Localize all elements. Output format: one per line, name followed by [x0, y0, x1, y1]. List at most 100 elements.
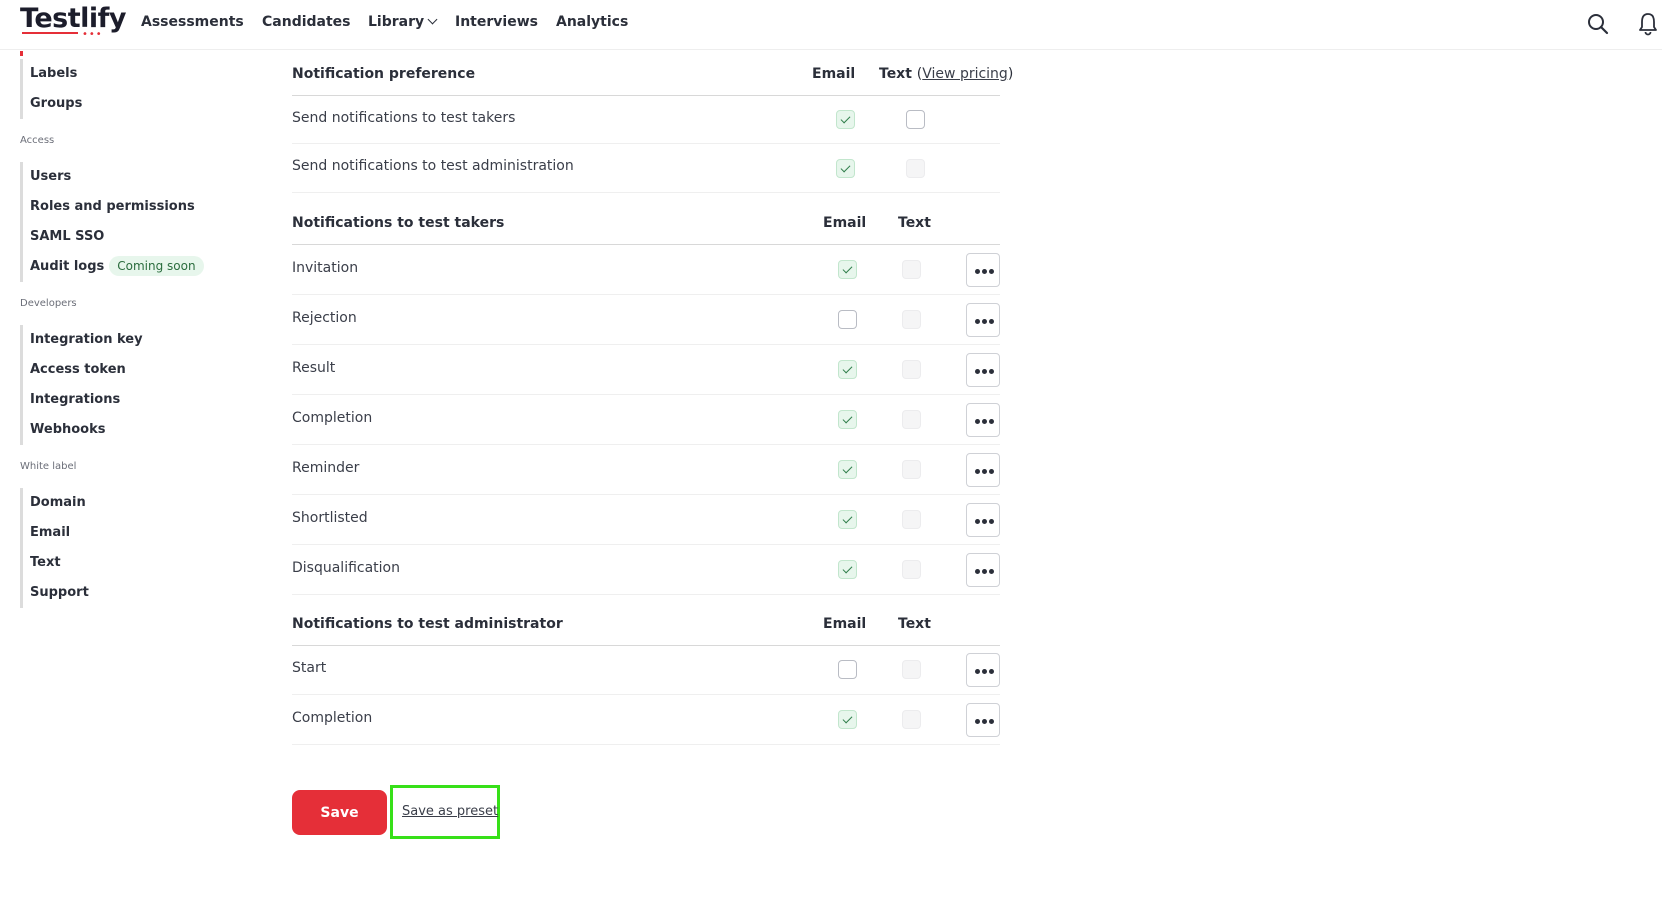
- more-dots-icon: [975, 519, 980, 524]
- takers-title: Notifications to test takers: [292, 215, 505, 231]
- sidebar-active-indicator: [20, 51, 23, 56]
- row-label: Send notifications to test takers: [292, 110, 516, 126]
- top-navbar: Testlify ••• Assessments Candidates Libr…: [0, 0, 1662, 50]
- sidebar-group-access: Users Roles and permissions SAML SSO Aud…: [20, 162, 204, 282]
- taker-notification-row: Reminder: [292, 445, 1000, 495]
- search-icon[interactable]: [1587, 13, 1609, 35]
- text-checkbox: [902, 310, 921, 329]
- sidebar-item-support[interactable]: Support: [23, 578, 89, 608]
- email-checkbox[interactable]: [838, 710, 857, 729]
- more-options-button[interactable]: [966, 553, 1000, 587]
- text-checkbox: [902, 710, 921, 729]
- more-options-button[interactable]: [966, 403, 1000, 437]
- save-button[interactable]: Save: [292, 790, 387, 835]
- more-dots-icon: [982, 369, 987, 374]
- preference-table-header: Notification preference Email Text (View…: [292, 56, 1013, 96]
- sidebar-item-text[interactable]: Text: [23, 548, 89, 578]
- sidebar-item-audit-logs[interactable]: Audit logs Coming soon: [23, 252, 204, 282]
- sidebar-item-groups[interactable]: Groups: [23, 89, 82, 119]
- row-label: Completion: [292, 410, 373, 426]
- sidebar-item-integration-key[interactable]: Integration key: [23, 325, 143, 355]
- more-dots-icon: [982, 269, 987, 274]
- logo[interactable]: Testlify: [20, 3, 126, 34]
- more-dots-icon: [982, 669, 987, 674]
- email-checkbox[interactable]: [838, 310, 857, 329]
- sidebar-item-audit-logs-label: Audit logs: [30, 259, 105, 274]
- taker-notification-row: Disqualification: [292, 545, 1000, 595]
- view-pricing-link[interactable]: View pricing: [922, 66, 1008, 82]
- email-checkbox[interactable]: [838, 660, 857, 679]
- email-checkbox[interactable]: [838, 510, 857, 529]
- more-dots-icon: [989, 669, 994, 674]
- sidebar-item-webhooks[interactable]: Webhooks: [23, 415, 143, 445]
- more-dots-icon: [975, 369, 980, 374]
- bell-icon[interactable]: [1637, 12, 1659, 36]
- sidebar-item-users[interactable]: Users: [23, 162, 204, 192]
- logo-dots: •••: [82, 29, 103, 40]
- nav-analytics[interactable]: Analytics: [556, 14, 628, 30]
- email-column-header: Email: [823, 616, 867, 632]
- email-column-header: Email: [823, 215, 867, 231]
- save-as-preset-link[interactable]: Save as preset: [402, 804, 498, 819]
- sidebar-item-saml-sso[interactable]: SAML SSO: [23, 222, 204, 252]
- row-label: Shortlisted: [292, 510, 368, 526]
- more-dots-icon: [989, 419, 994, 424]
- more-options-button[interactable]: [966, 303, 1000, 337]
- nav-library[interactable]: Library: [368, 14, 438, 30]
- logo-underline: [22, 32, 78, 34]
- text-checkbox: [906, 159, 925, 178]
- sidebar-item-labels[interactable]: Labels: [23, 59, 82, 89]
- more-dots-icon: [989, 569, 994, 574]
- text-column-header: Text (View pricing): [879, 66, 1014, 82]
- row-label: Send notifications to test administratio…: [292, 158, 574, 174]
- more-options-button[interactable]: [966, 353, 1000, 387]
- sidebar-item-email[interactable]: Email: [23, 518, 89, 548]
- email-checkbox[interactable]: [836, 110, 855, 129]
- sidebar-group-general: Labels Groups: [20, 59, 82, 119]
- sidebar-item-access-token[interactable]: Access token: [23, 355, 143, 385]
- row-label: Invitation: [292, 260, 359, 276]
- admin-table-header: Notifications to test administrator Emai…: [292, 606, 1000, 646]
- takers-table-header: Notifications to test takers Email Text: [292, 205, 1000, 245]
- taker-notification-row: Rejection: [292, 295, 1000, 345]
- email-checkbox[interactable]: [838, 260, 857, 279]
- nav-candidates[interactable]: Candidates: [262, 14, 351, 30]
- nav-library-label: Library: [368, 14, 425, 30]
- sidebar-item-domain[interactable]: Domain: [23, 488, 89, 518]
- more-dots-icon: [982, 469, 987, 474]
- nav-assessments[interactable]: Assessments: [141, 14, 244, 30]
- more-options-button[interactable]: [966, 453, 1000, 487]
- text-checkbox[interactable]: [906, 110, 925, 129]
- coming-soon-badge: Coming soon: [109, 256, 204, 276]
- email-checkbox[interactable]: [838, 410, 857, 429]
- taker-notification-row: Shortlisted: [292, 495, 1000, 545]
- sidebar-group-developers: Integration key Access token Integration…: [20, 325, 143, 445]
- more-dots-icon: [975, 469, 980, 474]
- more-dots-icon: [975, 719, 980, 724]
- sidebar-item-roles[interactable]: Roles and permissions: [23, 192, 204, 222]
- more-dots-icon: [982, 319, 987, 324]
- preference-row-test-administration: Send notifications to test administratio…: [292, 144, 1000, 193]
- text-checkbox: [902, 260, 921, 279]
- sidebar-section-developers: Developers: [20, 298, 77, 309]
- more-dots-icon: [982, 569, 987, 574]
- sidebar-section-access: Access: [20, 135, 55, 146]
- more-options-button[interactable]: [966, 703, 1000, 737]
- text-column-label: Text: [879, 66, 912, 82]
- sidebar-group-white-label: Domain Email Text Support: [20, 488, 89, 608]
- more-options-button[interactable]: [966, 253, 1000, 287]
- more-options-button[interactable]: [966, 653, 1000, 687]
- row-label: Rejection: [292, 310, 357, 326]
- more-dots-icon: [989, 319, 994, 324]
- nav-interviews[interactable]: Interviews: [455, 14, 538, 30]
- email-checkbox[interactable]: [838, 360, 857, 379]
- email-checkbox[interactable]: [836, 159, 855, 178]
- row-label: Reminder: [292, 460, 360, 476]
- sidebar-item-integrations[interactable]: Integrations: [23, 385, 143, 415]
- more-options-button[interactable]: [966, 503, 1000, 537]
- more-dots-icon: [989, 269, 994, 274]
- email-checkbox[interactable]: [838, 460, 857, 479]
- row-label: Disqualification: [292, 560, 400, 576]
- email-checkbox[interactable]: [838, 560, 857, 579]
- row-label: Start: [292, 660, 327, 676]
